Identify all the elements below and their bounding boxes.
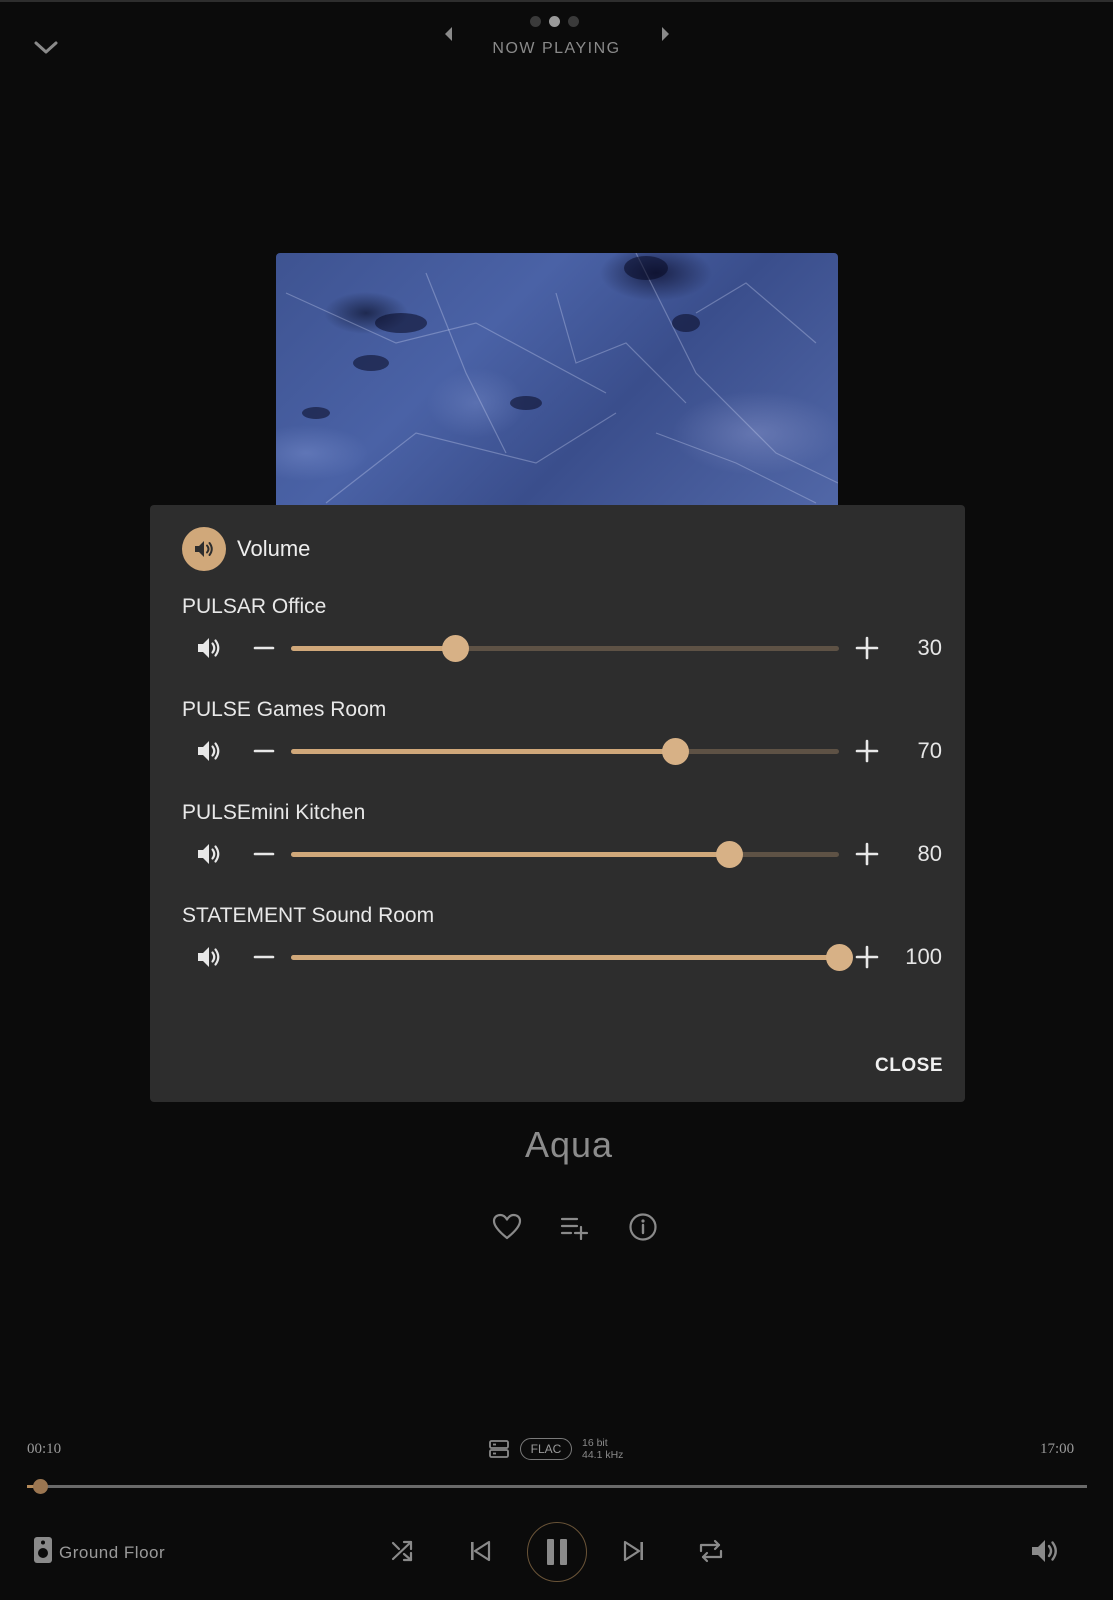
zone-mute-speaker-icon[interactable] <box>194 736 224 766</box>
page-dot-active[interactable] <box>549 15 560 27</box>
room-name: Ground Floor <box>59 1542 166 1562</box>
track-progress-handle[interactable] <box>32 1479 48 1494</box>
track-actions <box>490 1210 660 1244</box>
next-track-icon[interactable] <box>614 1531 654 1571</box>
volume-slider-track[interactable] <box>291 944 853 971</box>
zone-volume-value: 30 <box>917 635 942 660</box>
page-dot[interactable] <box>530 15 541 27</box>
collapse-chevron-icon[interactable] <box>30 32 62 64</box>
volume-speaker-icon <box>182 527 226 571</box>
volume-increase-button[interactable] <box>852 942 882 972</box>
track-progress-bar[interactable] <box>27 1479 1087 1494</box>
zone-row: PULSAR Office 30 <box>182 595 942 695</box>
zone-row: PULSE Games Room 70 <box>182 698 942 798</box>
zone-name: PULSEmini Kitchen <box>182 801 366 824</box>
volume-slider-fill <box>291 852 730 857</box>
zone-row: STATEMENT Sound Room 100 <box>182 904 942 1004</box>
volume-decrease-button[interactable] <box>250 839 278 869</box>
now-playing-title: NOW PLAYING <box>492 40 621 57</box>
favorite-heart-icon[interactable] <box>490 1210 524 1244</box>
zone-name: STATEMENT Sound Room <box>182 904 435 927</box>
volume-increase-button[interactable] <box>852 736 882 766</box>
volume-slider-handle[interactable] <box>716 841 744 868</box>
track-title: Aqua <box>524 1124 614 1165</box>
volume-dialog-title: Volume <box>237 536 311 561</box>
pause-button[interactable] <box>527 1522 587 1582</box>
zone-name: PULSAR Office <box>182 595 327 618</box>
audio-quality: 16 bit 44.1 kHz <box>582 1437 623 1461</box>
zone-mute-speaker-icon[interactable] <box>194 633 224 663</box>
repeat-icon[interactable] <box>691 1531 731 1571</box>
room-selector[interactable]: Ground Floor <box>33 1536 165 1569</box>
format-badge: FLAC <box>520 1438 572 1460</box>
volume-slider-fill <box>291 749 675 754</box>
album-art <box>276 253 838 515</box>
sample-rate: 44.1 kHz <box>582 1449 624 1461</box>
volume-decrease-button[interactable] <box>250 736 278 766</box>
volume-dialog-header: Volume <box>182 527 310 571</box>
volume-slider-track[interactable] <box>291 738 839 765</box>
zone-mute-speaker-icon[interactable] <box>194 942 224 972</box>
close-button[interactable]: CLOSE <box>875 1055 943 1077</box>
volume-slider-track[interactable] <box>291 841 839 868</box>
current-time: 00:10 <box>27 1441 62 1457</box>
previous-track-icon[interactable] <box>460 1531 500 1571</box>
volume-slider-fill <box>291 646 456 651</box>
volume-icon[interactable] <box>1028 1534 1062 1568</box>
volume-increase-button[interactable] <box>852 633 882 663</box>
volume-slider-handle[interactable] <box>661 738 689 765</box>
zone-volume-value: 70 <box>917 738 942 763</box>
volume-decrease-button[interactable] <box>250 942 278 972</box>
speaker-device-icon <box>33 1536 53 1569</box>
page-dot[interactable] <box>568 15 579 27</box>
bit-depth: 16 bit <box>582 1437 608 1449</box>
zone-mute-speaker-icon[interactable] <box>194 839 224 869</box>
pause-icon <box>547 1539 567 1565</box>
volume-dialog: Volume PULSAR Office 30 PULSE Games Room 70… <box>150 505 965 1102</box>
info-icon[interactable] <box>626 1210 660 1244</box>
top-border <box>0 0 1113 2</box>
page-indicator <box>530 15 586 27</box>
volume-slider-handle[interactable] <box>826 944 853 971</box>
zone-volume-value: 100 <box>905 944 942 969</box>
track-duration: 17:00 <box>1040 1441 1075 1457</box>
volume-slider-handle[interactable] <box>442 635 470 662</box>
volume-slider-track[interactable] <box>291 635 839 662</box>
zone-row: PULSEmini Kitchen 80 <box>182 801 942 901</box>
volume-decrease-button[interactable] <box>250 633 278 663</box>
zone-name: PULSE Games Room <box>182 698 387 721</box>
volume-slider-fill <box>291 955 839 960</box>
queue-icon[interactable] <box>488 1438 510 1460</box>
shuffle-icon[interactable] <box>383 1531 423 1571</box>
add-to-queue-icon[interactable] <box>558 1210 592 1244</box>
zone-volume-value: 80 <box>917 841 942 866</box>
volume-increase-button[interactable] <box>852 839 882 869</box>
